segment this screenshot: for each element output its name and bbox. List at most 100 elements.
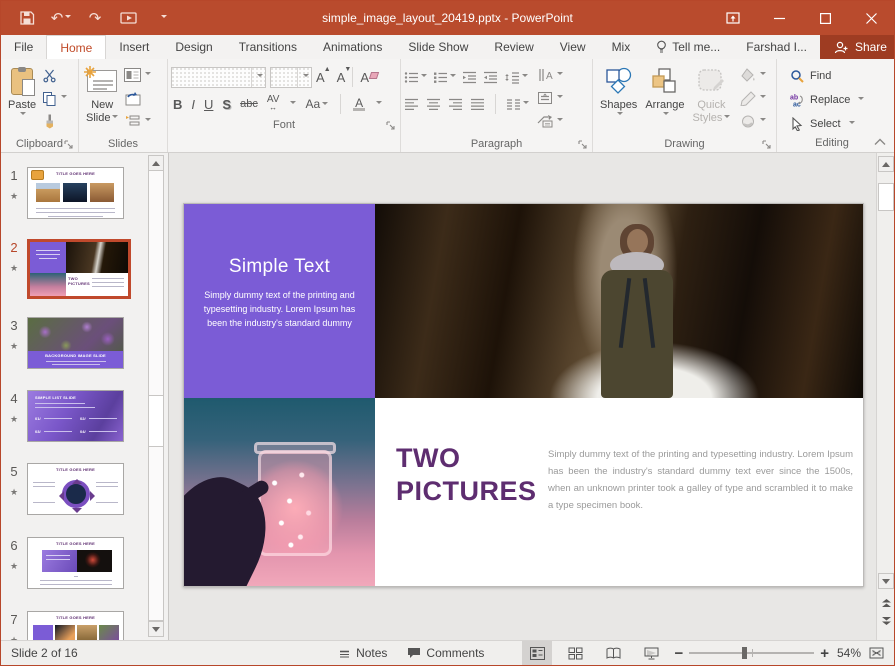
zoom-slider-thumb[interactable] <box>742 647 747 659</box>
scroll-thumb[interactable] <box>878 183 894 211</box>
shapes-button[interactable]: Shapes <box>596 62 641 118</box>
slide-sorter-view-button[interactable] <box>560 641 590 666</box>
start-from-beginning-icon[interactable] <box>119 8 139 28</box>
thumbnail-scroll-down-icon[interactable] <box>148 621 164 637</box>
find-button[interactable]: Find <box>788 66 884 86</box>
close-button[interactable] <box>848 1 894 35</box>
paragraph-dialog-launcher-icon[interactable] <box>578 140 587 149</box>
clipboard-dialog-launcher-icon[interactable] <box>64 140 73 149</box>
bullets-button[interactable] <box>404 71 427 84</box>
paste-button[interactable]: Paste <box>4 62 40 118</box>
tab-animations[interactable]: Animations <box>310 35 395 59</box>
replace-button[interactable]: abac Replace <box>788 90 884 110</box>
shape-fill-button[interactable] <box>738 65 768 85</box>
next-slide-icon[interactable] <box>878 613 894 629</box>
notes-button[interactable]: Notes <box>332 641 393 666</box>
strikethrough-button[interactable]: abc <box>240 98 258 110</box>
quick-styles-button[interactable]: Quick Styles <box>688 62 734 125</box>
slide-text-block[interactable]: TWO PICTURES Simply dummy text of the pr… <box>375 398 864 587</box>
thumbnail-slide-5[interactable]: 5★ TITLE GOES HERE <box>1 463 124 515</box>
underline-button[interactable]: U <box>204 97 213 112</box>
tab-view[interactable]: View <box>547 35 599 59</box>
tell-me-box[interactable]: Tell me... <box>643 35 733 59</box>
text-direction-button[interactable]: A <box>535 65 565 85</box>
zoom-level[interactable]: 54% <box>837 646 861 660</box>
thumbnail-scrollbar[interactable] <box>148 155 164 639</box>
section-button[interactable] <box>122 111 153 131</box>
ribbon-display-options-icon[interactable] <box>710 1 756 35</box>
slide-purple-text-panel[interactable]: Simple Text Simply dummy text of the pri… <box>184 204 375 398</box>
thumbnail-slide-4[interactable]: 4★ SIMPLE LIST SLIDE 01/ 02/ 03/ 04/ <box>1 390 124 442</box>
align-center-button[interactable] <box>426 98 441 111</box>
font-dialog-launcher-icon[interactable] <box>386 121 395 130</box>
reset-slide-button[interactable] <box>122 88 153 108</box>
font-size-combo[interactable] <box>270 67 312 88</box>
thumbnail-slide-3[interactable]: 3★ BACKGROUND IMAGE SLIDE <box>1 317 124 369</box>
slide-photo-jar-of-lights[interactable] <box>184 398 375 587</box>
thumbnail-scroll-thumb[interactable] <box>148 395 164 447</box>
shape-outline-button[interactable] <box>738 88 768 108</box>
italic-button[interactable]: I <box>191 97 195 112</box>
save-icon[interactable] <box>17 8 37 28</box>
convert-to-smartart-button[interactable] <box>535 111 565 131</box>
account-user-name[interactable]: Farshad I... <box>733 35 820 59</box>
main-vertical-scrollbar[interactable] <box>876 153 894 641</box>
text-shadow-button[interactable]: S <box>222 97 231 112</box>
shrink-font-button[interactable]: A▼ <box>337 70 346 85</box>
line-spacing-button[interactable] <box>504 71 528 84</box>
tab-slide-show[interactable]: Slide Show <box>395 35 481 59</box>
current-slide[interactable]: Simple Text Simply dummy text of the pri… <box>183 203 864 587</box>
minimize-button[interactable] <box>756 1 802 35</box>
reading-view-button[interactable] <box>598 641 628 666</box>
slide-show-view-button[interactable] <box>636 641 666 666</box>
increase-indent-button[interactable] <box>483 71 498 84</box>
previous-slide-icon[interactable] <box>878 595 894 611</box>
clear-formatting-button[interactable]: A <box>360 70 369 85</box>
copy-button[interactable] <box>40 88 69 108</box>
undo-icon[interactable]: ↶ <box>51 8 71 28</box>
align-text-button[interactable] <box>535 88 565 108</box>
change-case-button[interactable]: Aa <box>305 97 328 111</box>
zoom-out-button[interactable]: − <box>674 646 683 661</box>
slide-layout-button[interactable] <box>122 65 153 85</box>
redo-icon[interactable]: ↷ <box>85 8 105 28</box>
normal-view-button[interactable] <box>522 641 552 666</box>
slide-photo-man-in-canyon[interactable] <box>375 204 864 398</box>
maximize-button[interactable] <box>802 1 848 35</box>
cut-button[interactable] <box>40 65 69 85</box>
font-name-combo[interactable] <box>171 67 266 88</box>
zoom-in-button[interactable]: + <box>820 646 829 661</box>
tab-insert[interactable]: Insert <box>106 35 162 59</box>
drawing-dialog-launcher-icon[interactable] <box>762 140 771 149</box>
tab-mix[interactable]: Mix <box>599 35 644 59</box>
thumbnail-slide-1[interactable]: 1★ TITLE GOES HERE <box>1 167 124 219</box>
collapse-ribbon-icon[interactable] <box>874 138 886 146</box>
scroll-down-icon[interactable] <box>878 573 894 589</box>
decrease-indent-button[interactable] <box>462 71 477 84</box>
thumbnail-slide-2-selected[interactable]: 2★ TWO PICTURES <box>1 239 131 299</box>
font-color-button[interactable]: A <box>353 98 365 111</box>
align-right-button[interactable] <box>448 98 463 111</box>
columns-button[interactable] <box>506 98 529 111</box>
align-left-button[interactable] <box>404 98 419 111</box>
justify-button[interactable] <box>470 98 485 111</box>
select-button[interactable]: Select <box>788 114 884 134</box>
slide-indicator[interactable]: Slide 2 of 16 <box>1 646 78 660</box>
tab-file[interactable]: File <box>1 35 46 59</box>
thumbnail-slide-6[interactable]: 6★ TITLE GOES HERE <box>1 537 124 589</box>
customize-qat-icon[interactable] <box>153 8 173 28</box>
bold-button[interactable]: B <box>173 97 182 112</box>
tab-review[interactable]: Review <box>481 35 546 59</box>
tab-design[interactable]: Design <box>162 35 225 59</box>
comments-button[interactable]: Comments <box>401 641 490 666</box>
tab-home[interactable]: Home <box>46 35 106 59</box>
zoom-slider[interactable] <box>689 652 814 654</box>
shape-effects-button[interactable] <box>738 111 768 131</box>
tab-transitions[interactable]: Transitions <box>226 35 310 59</box>
share-button[interactable]: Share <box>820 35 895 59</box>
format-painter-button[interactable] <box>40 111 69 131</box>
new-slide-button[interactable]: New Slide <box>82 62 122 125</box>
scroll-up-icon[interactable] <box>878 156 894 172</box>
numbering-button[interactable] <box>433 71 456 84</box>
fit-to-window-button[interactable] <box>869 646 886 660</box>
